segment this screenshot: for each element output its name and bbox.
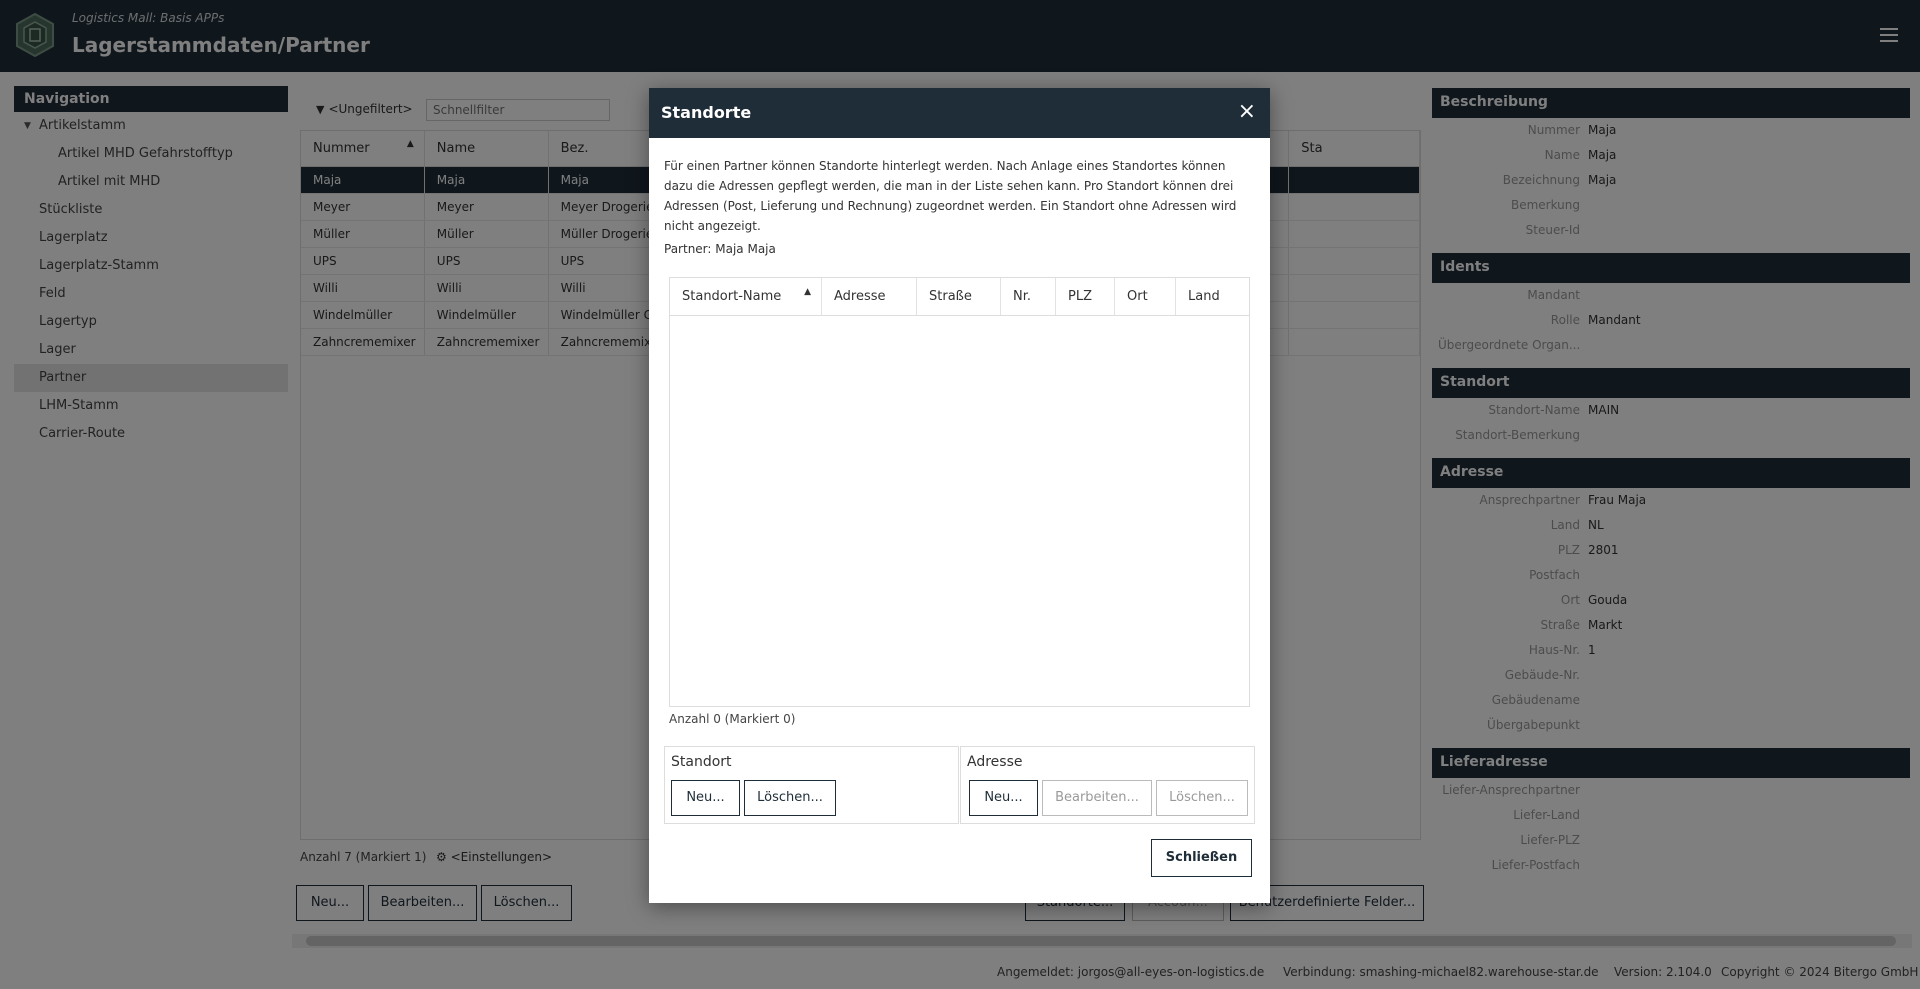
dialog-description: Für einen Partner können Standorte hinte… [664, 159, 1237, 233]
adresse-button-group: Adresse Neu... Bearbeiten... Löschen... [960, 746, 1255, 824]
column-header-standort-name[interactable]: Standort-Name ▲ [670, 278, 822, 315]
standorte-count: Anzahl 0 (Markiert 0) [669, 712, 796, 726]
dialog-header: Standorte × [649, 88, 1270, 138]
column-label: Standort-Name [682, 289, 782, 304]
close-button[interactable]: Schließen [1151, 839, 1252, 877]
column-header-land[interactable]: Land [1176, 278, 1249, 315]
adresse-delete-button[interactable]: Löschen... [1156, 780, 1248, 816]
column-header-adresse[interactable]: Adresse [822, 278, 917, 315]
standort-group-title: Standort [671, 754, 732, 770]
sort-ascending-icon: ▲ [804, 287, 811, 297]
dialog-title: Standorte [661, 103, 752, 122]
column-header-plz[interactable]: PLZ [1056, 278, 1115, 315]
partner-label: Partner: Maja Maja [664, 242, 776, 256]
standorte-grid: Standort-Name ▲ Adresse Straße Nr. PLZ Or… [669, 277, 1250, 707]
standort-delete-button[interactable]: Löschen... [744, 780, 836, 816]
close-icon[interactable]: × [1238, 101, 1256, 123]
adresse-edit-button[interactable]: Bearbeiten... [1042, 780, 1152, 816]
column-header-strasse[interactable]: Straße [917, 278, 1001, 315]
column-header-ort[interactable]: Ort [1115, 278, 1176, 315]
adresse-group-title: Adresse [967, 754, 1023, 770]
adresse-new-button[interactable]: Neu... [969, 780, 1038, 816]
standorte-dialog: Standorte × Für einen Partner können Sta… [649, 88, 1270, 903]
standort-new-button[interactable]: Neu... [671, 780, 740, 816]
standort-button-group: Standort Neu... Löschen... [664, 746, 959, 824]
standorte-grid-header: Standort-Name ▲ Adresse Straße Nr. PLZ Or… [670, 278, 1249, 316]
column-header-nr[interactable]: Nr. [1001, 278, 1056, 315]
